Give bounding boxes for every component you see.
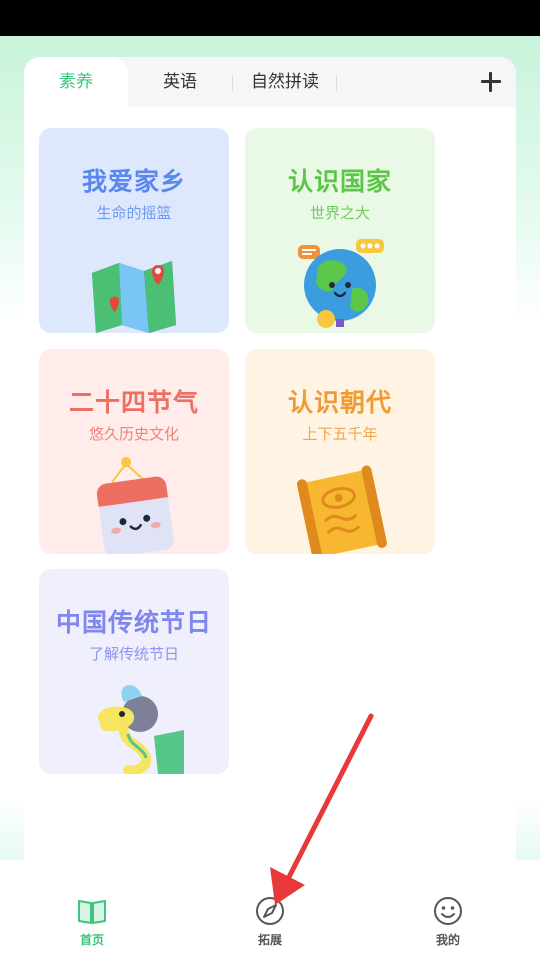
status-bar — [0, 0, 540, 36]
card-title: 认识朝代 — [287, 388, 392, 417]
book-icon — [78, 900, 106, 924]
card-solar-terms[interactable]: 二十四节气 悠久历史文化 — [39, 349, 229, 554]
card-subtitle: 生命的摇篮 — [96, 204, 172, 222]
card-hometown[interactable]: 我爱家乡 生命的摇篮 — [39, 128, 229, 333]
bottom-navigation: 首页 拓展 我的 — [0, 877, 540, 960]
nav-mine-label: 我的 — [435, 933, 460, 947]
globe-icon — [298, 239, 384, 328]
plus-icon[interactable] — [478, 69, 504, 95]
card-dynasties[interactable]: 认识朝代 上下五千年 — [245, 349, 435, 554]
tab-suyang[interactable]: 素养 — [24, 57, 128, 107]
content-panel: 素养 英语 自然拼读 我爱家乡 生命的摇篮 认识国家 世界之大 二十四节气 悠久… — [24, 57, 516, 877]
nav-explore-label: 拓展 — [257, 933, 282, 947]
nav-home-label: 首页 — [79, 933, 104, 947]
card-title: 二十四节气 — [68, 388, 199, 417]
nav-home[interactable]: 首页 — [52, 895, 132, 955]
nav-mine[interactable]: 我的 — [408, 895, 488, 955]
card-countries[interactable]: 认识国家 世界之大 — [245, 128, 435, 333]
tab-phonics[interactable]: 自然拼读 — [233, 57, 337, 107]
tab-english[interactable]: 英语 — [128, 57, 232, 107]
dragon-icon — [98, 685, 184, 774]
card-subtitle: 世界之大 — [309, 204, 370, 222]
category-tab-bar: 素养 英语 自然拼读 — [24, 57, 516, 107]
card-subtitle: 了解传统节日 — [88, 645, 179, 663]
card-title: 中国传统节日 — [55, 608, 212, 637]
scroll-icon — [296, 465, 387, 554]
compass-icon — [256, 897, 284, 925]
calendar-icon — [96, 457, 174, 554]
nav-explore[interactable]: 拓展 — [230, 895, 310, 955]
smiley-icon — [434, 897, 462, 925]
card-festivals[interactable]: 中国传统节日 了解传统节日 — [39, 569, 229, 774]
card-title: 认识国家 — [287, 167, 392, 196]
tab-divider — [336, 75, 337, 91]
card-subtitle: 悠久历史文化 — [88, 425, 179, 443]
map-icon — [92, 261, 176, 333]
card-subtitle: 上下五千年 — [302, 425, 378, 443]
card-title: 我爱家乡 — [81, 167, 186, 196]
